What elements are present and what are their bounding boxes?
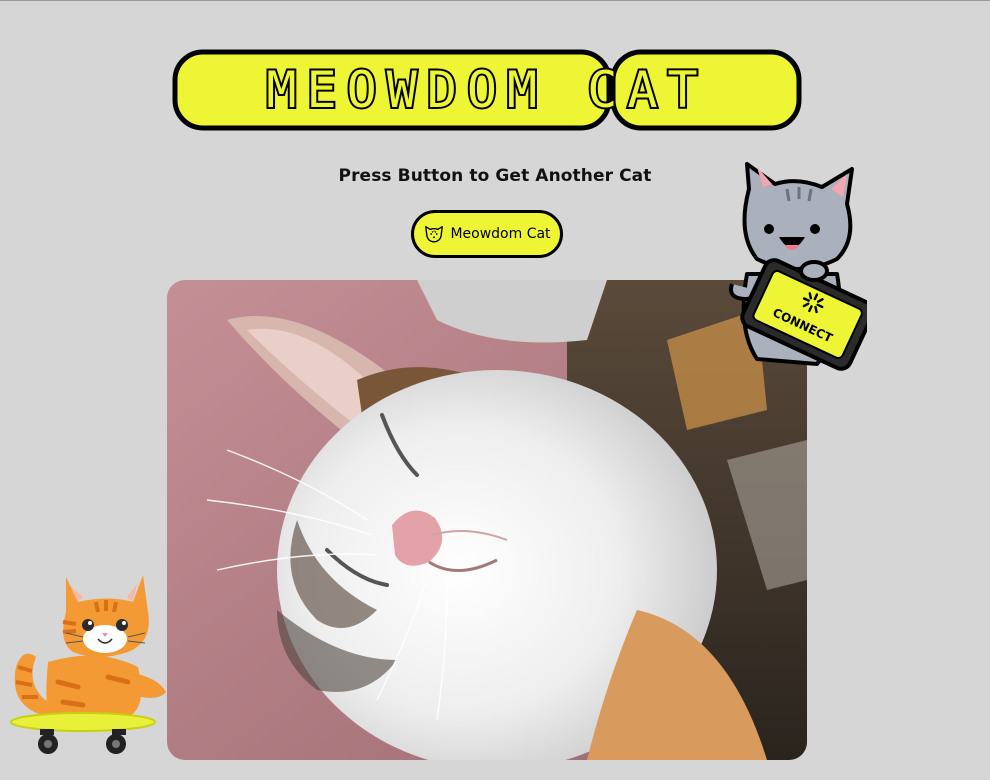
button-label: Meowdom Cat bbox=[450, 226, 551, 242]
cat-face-icon bbox=[425, 225, 444, 243]
logo-text: MEOWDOM CAT bbox=[266, 61, 707, 119]
orange-cat-sticker bbox=[8, 567, 170, 762]
cat-photo bbox=[167, 280, 807, 760]
meowdom-cat-button[interactable]: Meowdom Cat bbox=[411, 210, 563, 258]
gray-cat-sticker: CONNECT bbox=[727, 159, 867, 374]
site-logo: MEOWDOM CAT bbox=[172, 49, 802, 131]
